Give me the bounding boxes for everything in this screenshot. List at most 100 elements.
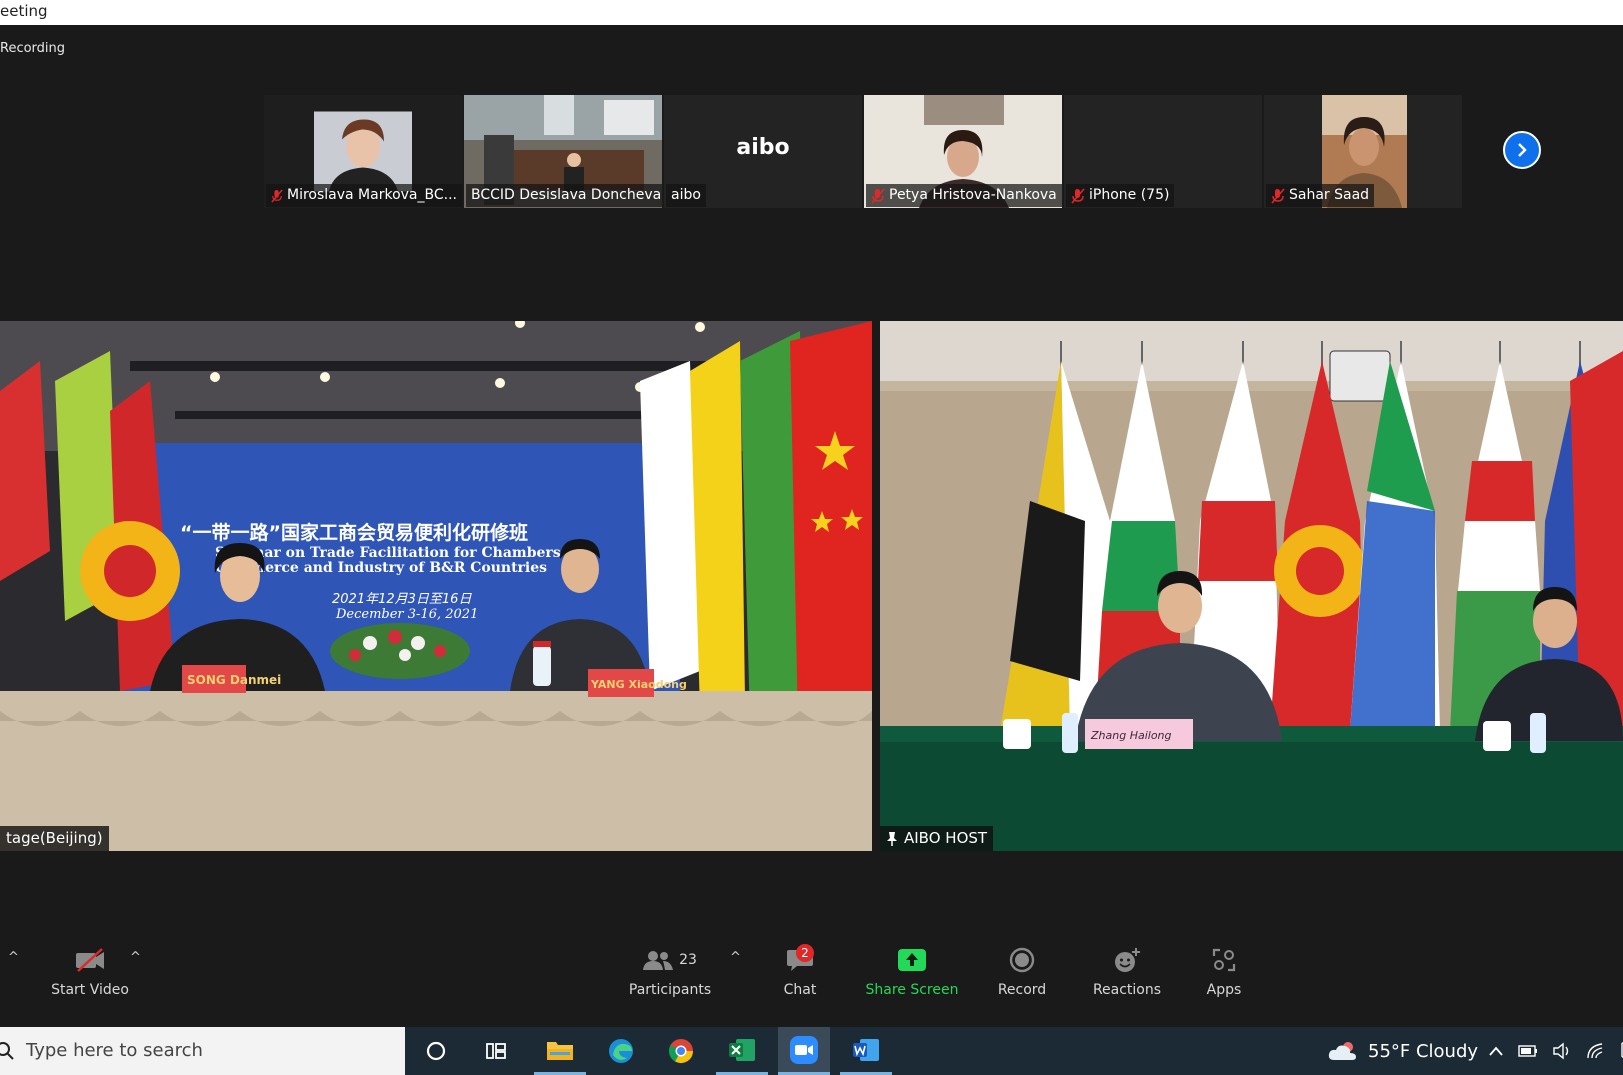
reactions-icon <box>1115 948 1140 972</box>
pin-icon <box>887 831 897 846</box>
chat-label: Chat <box>783 982 817 998</box>
volume-icon[interactable] <box>1552 1042 1572 1060</box>
video-off-icon <box>76 948 104 972</box>
video-options-caret[interactable]: ^ <box>130 950 141 965</box>
record-icon <box>1009 947 1035 973</box>
file-explorer-icon <box>547 1041 573 1060</box>
mic-muted-icon <box>871 187 885 204</box>
participant-tile[interactable]: BCCID Desislava Doncheva <box>464 95 662 208</box>
video-feed-conference: “一带一路”国家工商会贸易便利化研修班 Seminar on Trade Fac… <box>0 321 872 851</box>
reactions-button[interactable]: Reactions <box>1087 940 1167 998</box>
participant-strip: Miroslava Markova_BC... BCCID Desislava … <box>264 95 1462 208</box>
banner-date-en: December 3-16, 2021 <box>335 607 478 622</box>
chrome-browser-button[interactable] <box>655 1027 707 1075</box>
banner-title-en-1: Seminar on Trade Facilitation for Chambe… <box>215 545 582 561</box>
task-view-icon <box>486 1043 506 1059</box>
participants-label: Participants <box>628 982 712 998</box>
meeting-toolbar: ^ Start Video ^ 23 Participants ^ 2 Chat <box>0 940 1623 1030</box>
participant-nameplate: aibo <box>666 184 706 207</box>
chrome-icon <box>668 1039 693 1064</box>
banner-date-cn: 2021年12月3日至16日 <box>332 592 472 607</box>
audio-options-caret[interactable]: ^ <box>8 950 19 965</box>
battery-icon[interactable] <box>1518 1045 1538 1057</box>
nameplate-right: Zhang Hailong <box>1090 729 1172 742</box>
windows-taskbar: Type here to search 55°F Cloudy <box>0 1027 1623 1075</box>
apps-label: Apps <box>1206 982 1242 998</box>
weather-widget[interactable]: 55°F Cloudy <box>1328 1027 1478 1075</box>
excel-button[interactable] <box>716 1027 768 1075</box>
start-video-label: Start Video <box>51 982 129 998</box>
participant-name: Miroslava Markova_BC... <box>287 187 457 203</box>
edge-browser-button[interactable] <box>595 1027 647 1075</box>
participants-icon <box>643 951 674 970</box>
file-explorer-button[interactable] <box>534 1027 586 1075</box>
participants-count: 23 <box>679 952 697 968</box>
video-label-right: AIBO HOST <box>880 826 994 851</box>
word-icon <box>853 1038 879 1061</box>
taskbar-search-box[interactable]: Type here to search <box>0 1027 405 1075</box>
video-label-text: tage(Beijing) <box>6 829 103 847</box>
participant-nameplate: Petya Hristova-Nankova <box>866 184 1062 207</box>
search-icon <box>0 1042 14 1060</box>
participants-button[interactable]: 23 Participants <box>625 940 715 998</box>
video-label-text: AIBO HOST <box>904 829 988 847</box>
share-screen-label: Share Screen <box>865 982 959 998</box>
apps-button[interactable]: Apps <box>1196 940 1252 998</box>
search-placeholder: Type here to search <box>26 1040 203 1061</box>
chevron-up-icon[interactable] <box>1488 1045 1504 1057</box>
participant-avatar-text: aibo <box>736 135 790 160</box>
mic-muted-icon <box>1071 187 1085 204</box>
zoom-icon <box>790 1035 818 1064</box>
banner-title-cn: “一带一路”国家工商会贸易便利化研修班 <box>180 521 528 544</box>
chevron-right-icon <box>1518 143 1527 157</box>
share-screen-button[interactable]: Share Screen <box>860 940 964 998</box>
mic-muted-icon <box>1271 187 1285 204</box>
participant-name: iPhone (75) <box>1089 187 1170 203</box>
video-feed-host: Zhang Hailong <box>880 321 1623 851</box>
edge-icon <box>609 1039 633 1063</box>
participant-name: aibo <box>671 187 701 203</box>
participant-name: Sahar Saad <box>1289 187 1370 203</box>
record-button[interactable]: Record <box>990 940 1054 998</box>
participant-nameplate: Miroslava Markova_BC... <box>266 184 462 207</box>
nameplate-left-1: SONG Danmei <box>187 673 281 687</box>
chat-unread-badge: 2 <box>796 944 814 962</box>
share-screen-icon <box>898 949 926 971</box>
next-page-button[interactable] <box>1503 131 1541 169</box>
mic-muted-icon <box>271 189 283 202</box>
zoom-app-button[interactable] <box>778 1027 830 1075</box>
participant-tile[interactable]: Petya Hristova-Nankova <box>864 95 1062 208</box>
window-title-bar: eeting <box>0 0 1623 25</box>
weather-text: 55°F Cloudy <box>1368 1040 1479 1062</box>
meeting-area: Recording Miroslava Markova_BC... BCCID … <box>0 25 1623 1010</box>
system-tray <box>1488 1027 1623 1075</box>
cloud-icon <box>1328 1042 1356 1060</box>
video-label-left: tage(Beijing) <box>0 826 109 851</box>
nameplate-left-2: YANG Xiaodong <box>590 678 687 691</box>
reactions-label: Reactions <box>1092 982 1162 998</box>
participant-tile[interactable]: iPhone (75) <box>1064 95 1262 208</box>
participant-nameplate: Sahar Saad <box>1266 184 1375 207</box>
start-video-button[interactable]: Start Video <box>48 940 132 998</box>
apps-icon <box>1212 948 1236 972</box>
participant-tile[interactable]: Miroslava Markova_BC... <box>264 95 462 208</box>
record-label: Record <box>997 982 1047 998</box>
recording-indicator: Recording <box>0 41 66 56</box>
task-view-button[interactable] <box>470 1027 522 1075</box>
main-video-right[interactable]: Zhang Hailong AIBO HOST <box>880 321 1623 851</box>
banner-title-en-2: Commerce and Industry of B&R Countries <box>215 560 547 576</box>
chat-button[interactable]: 2 Chat <box>770 940 830 998</box>
word-button[interactable] <box>840 1027 892 1075</box>
excel-icon <box>729 1038 755 1061</box>
wifi-icon[interactable] <box>1586 1042 1606 1060</box>
main-video-left[interactable]: “一带一路”国家工商会贸易便利化研修班 Seminar on Trade Fac… <box>0 321 872 851</box>
participant-tile[interactable]: aibo aibo <box>664 95 862 208</box>
participant-nameplate: iPhone (75) <box>1066 184 1175 207</box>
participant-name: Petya Hristova-Nankova <box>889 187 1057 203</box>
window-title: eeting <box>0 2 48 20</box>
cortana-button[interactable] <box>410 1027 462 1075</box>
participant-tile[interactable]: Sahar Saad <box>1264 95 1462 208</box>
cortana-icon <box>426 1041 446 1061</box>
participants-options-caret[interactable]: ^ <box>730 950 741 965</box>
participant-name: BCCID Desislava Doncheva <box>471 187 662 203</box>
